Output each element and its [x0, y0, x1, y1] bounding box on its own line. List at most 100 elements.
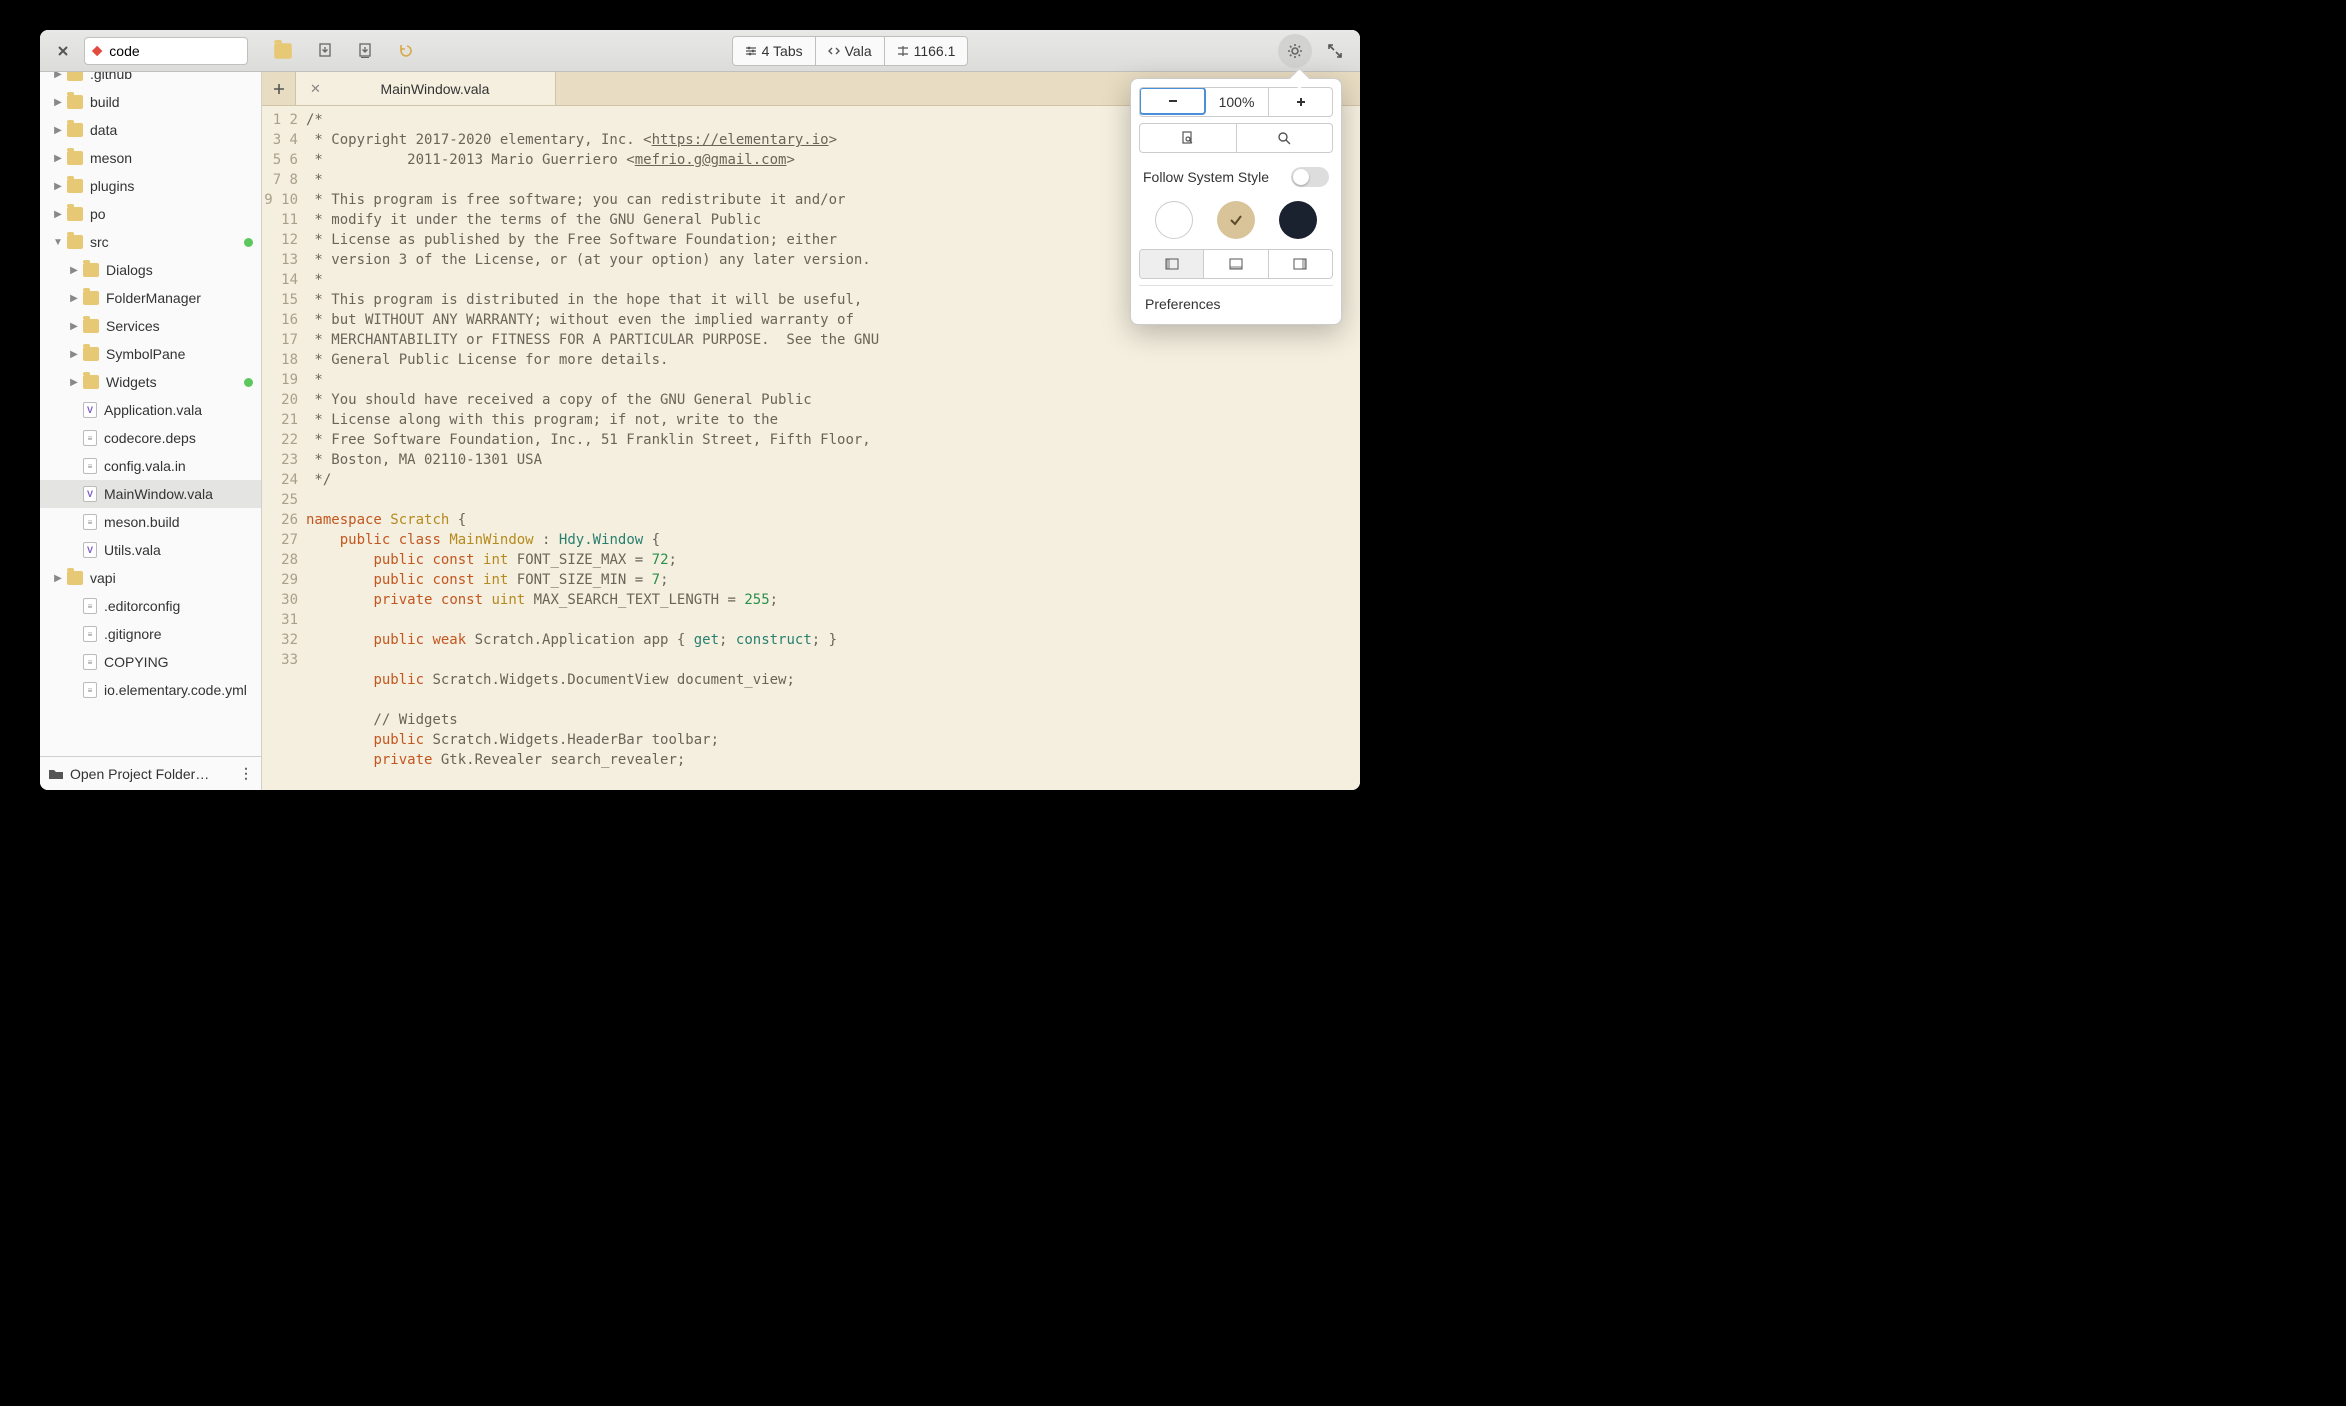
more-icon[interactable]: ⋮	[239, 765, 253, 782]
search-input[interactable]	[109, 43, 241, 59]
tree-item[interactable]: ▶SymbolPane	[40, 340, 261, 368]
zoom-out-button[interactable]	[1139, 87, 1206, 115]
tree-item[interactable]: ▼src	[40, 228, 261, 256]
file-icon: ≡	[83, 430, 97, 446]
open-folder-button[interactable]	[268, 37, 302, 65]
tree-label: Widgets	[106, 374, 157, 390]
tree-item[interactable]: ▶Services	[40, 312, 261, 340]
search-box[interactable]	[84, 37, 248, 65]
tree-item[interactable]: VMainWindow.vala	[40, 480, 261, 508]
language-status[interactable]: Vala	[816, 37, 885, 65]
revert-button[interactable]	[388, 37, 422, 65]
editor-tab[interactable]: ✕ MainWindow.vala	[296, 72, 556, 105]
tree-label: Services	[106, 318, 160, 334]
tree-item[interactable]: ▶FolderManager	[40, 284, 261, 312]
theme-dark[interactable]	[1279, 201, 1317, 239]
tree-label: .gitignore	[104, 626, 162, 642]
find-page-icon	[1181, 131, 1195, 145]
line-gutter: 1 2 3 4 5 6 7 8 9 10 11 12 13 14 15 16 1…	[262, 106, 306, 790]
find-button[interactable]	[1237, 124, 1333, 152]
tabs-status[interactable]: 4 Tabs	[733, 37, 816, 65]
window-close-button[interactable]	[54, 42, 72, 60]
folder-icon	[83, 347, 99, 361]
layout-left-button[interactable]	[1140, 250, 1204, 278]
tree-item[interactable]: ≡io.elementary.code.yml	[40, 676, 261, 704]
open-project-button[interactable]: Open Project Folder…	[70, 766, 233, 782]
settings-button[interactable]	[1278, 34, 1312, 68]
follow-style-label: Follow System Style	[1143, 169, 1269, 185]
find-in-page-button[interactable]	[1140, 124, 1237, 152]
tree-item[interactable]: ▶vapi	[40, 564, 261, 592]
file-icon: ≡	[83, 598, 97, 614]
folder-icon	[67, 235, 83, 249]
tree-item[interactable]: ≡ codecore.deps	[40, 424, 261, 452]
file-icon: ≡	[83, 514, 97, 530]
tree-item[interactable]: VApplication.vala	[40, 396, 261, 424]
save-button[interactable]	[308, 37, 342, 65]
sidebar-footer: Open Project Folder… ⋮	[40, 756, 261, 790]
tree-item[interactable]: ▶build	[40, 88, 261, 116]
layout-segment	[1139, 249, 1333, 279]
tree-item[interactable]: ▶plugins	[40, 172, 261, 200]
tree-item[interactable]: V Utils.vala	[40, 536, 261, 564]
layout-bottom-button[interactable]	[1204, 250, 1268, 278]
tree-item[interactable]: ▶.github	[40, 72, 261, 88]
theme-light[interactable]	[1155, 201, 1193, 239]
status-pill: 4 Tabs Vala 1166.1	[732, 36, 969, 66]
tree-item[interactable]: ▶Widgets	[40, 368, 261, 396]
preferences-link[interactable]: Preferences	[1139, 285, 1333, 316]
line-label: 1166.1	[914, 43, 956, 59]
code-icon	[828, 45, 840, 57]
save-all-button[interactable]	[348, 37, 382, 65]
tree-label: Utils.vala	[104, 542, 161, 558]
folder-icon	[67, 207, 83, 221]
tree-item[interactable]: ≡ .editorconfig	[40, 592, 261, 620]
tree-label: io.elementary.code.yml	[104, 682, 247, 698]
zoom-level[interactable]: 100%	[1205, 88, 1269, 116]
sliders-icon	[745, 45, 757, 57]
gear-icon	[1286, 42, 1304, 60]
tree-item[interactable]: ▶data	[40, 116, 261, 144]
tree-label: po	[90, 206, 106, 222]
new-tab-button[interactable]	[262, 72, 296, 105]
tree-item[interactable]: ≡meson.build	[40, 508, 261, 536]
tree-item[interactable]: ≡.gitignore	[40, 620, 261, 648]
vala-file-icon: V	[83, 402, 97, 418]
tree-label: COPYING	[104, 654, 169, 670]
vala-file-icon: V	[83, 542, 97, 558]
file-icon: ≡	[83, 458, 97, 474]
tree-item[interactable]: ▶meson	[40, 144, 261, 172]
tree-item[interactable]: ▶Dialogs	[40, 256, 261, 284]
expand-icon	[1328, 44, 1342, 58]
plus-icon	[1296, 97, 1306, 107]
tree-label: data	[90, 122, 117, 138]
panel-right-icon	[1293, 258, 1307, 270]
tree-label: MainWindow.vala	[104, 486, 213, 502]
tree-item[interactable]: ≡COPYING	[40, 648, 261, 676]
tree-label: codecore.deps	[104, 430, 196, 446]
modified-dot	[244, 378, 253, 387]
line-status[interactable]: 1166.1	[885, 37, 968, 65]
app-window: 4 Tabs Vala 1166.1 ▶.github▶build▶data▶m…	[40, 30, 1360, 790]
folder-icon	[67, 151, 83, 165]
close-tab-button[interactable]: ✕	[310, 81, 321, 97]
follow-style-switch[interactable]	[1291, 167, 1329, 187]
code-body[interactable]: /* * Copyright 2017-2020 elementary, Inc…	[306, 106, 879, 790]
zoom-in-button[interactable]	[1269, 88, 1332, 116]
language-label: Vala	[845, 43, 872, 59]
fullscreen-button[interactable]	[1318, 37, 1352, 65]
goto-icon	[897, 45, 909, 57]
tree-label: config.vala.in	[104, 458, 186, 474]
file-tree[interactable]: ▶.github▶build▶data▶meson▶plugins▶po▼src…	[40, 72, 261, 756]
tab-label: MainWindow.vala	[329, 81, 541, 97]
tree-label: vapi	[90, 570, 116, 586]
folder-icon	[67, 179, 83, 193]
tree-label: Dialogs	[106, 262, 153, 278]
tree-label: src	[90, 234, 109, 250]
layout-right-button[interactable]	[1269, 250, 1332, 278]
tree-item[interactable]: ≡ config.vala.in	[40, 452, 261, 480]
theme-sepia[interactable]	[1217, 201, 1255, 239]
panel-bottom-icon	[1229, 258, 1243, 270]
tree-item[interactable]: ▶po	[40, 200, 261, 228]
tree-label: .editorconfig	[104, 598, 180, 614]
